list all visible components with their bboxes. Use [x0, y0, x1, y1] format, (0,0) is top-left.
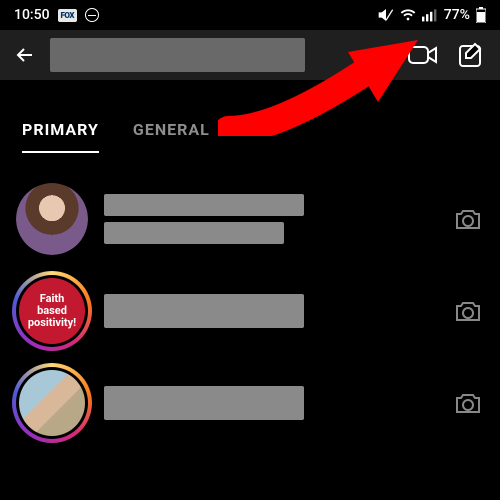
tab-general[interactable]: GENERAL — [133, 120, 210, 153]
chat-name-redacted — [104, 194, 304, 244]
signal-icon — [422, 8, 438, 22]
back-button[interactable] — [10, 43, 40, 67]
new-message-button[interactable] — [456, 40, 486, 70]
chat-list: Faith based positivity! — [0, 153, 500, 449]
camera-icon[interactable] — [452, 387, 484, 419]
camera-icon[interactable] — [452, 295, 484, 327]
wifi-icon — [400, 8, 416, 22]
tab-primary[interactable]: PRIMARY — [22, 120, 99, 153]
chat-row[interactable] — [0, 357, 500, 449]
camera-icon[interactable] — [452, 203, 484, 235]
avatar[interactable] — [16, 183, 88, 255]
battery-percent: 77% — [444, 7, 470, 23]
mute-icon — [378, 7, 394, 23]
account-name-redacted[interactable] — [50, 38, 305, 72]
inbox-tabs: PRIMARY GENERAL — [0, 106, 500, 153]
chat-row[interactable]: Faith based positivity! — [0, 265, 500, 357]
avatar[interactable]: Faith based positivity! — [16, 275, 88, 347]
avatar[interactable] — [16, 367, 88, 439]
status-bar: 10:50 FOX 77% — [0, 0, 500, 30]
status-time: 10:50 — [14, 7, 50, 23]
chat-name-redacted — [104, 386, 304, 420]
video-call-button[interactable] — [408, 40, 438, 70]
do-not-disturb-icon — [85, 8, 99, 22]
topbar — [0, 30, 500, 80]
chat-name-redacted — [104, 294, 304, 328]
chat-row[interactable] — [0, 173, 500, 265]
battery-icon — [476, 7, 486, 23]
avatar-text: Faith based positivity! — [19, 293, 85, 329]
search-row[interactable] — [0, 80, 500, 106]
fox-news-app-indicator: FOX — [58, 9, 77, 22]
